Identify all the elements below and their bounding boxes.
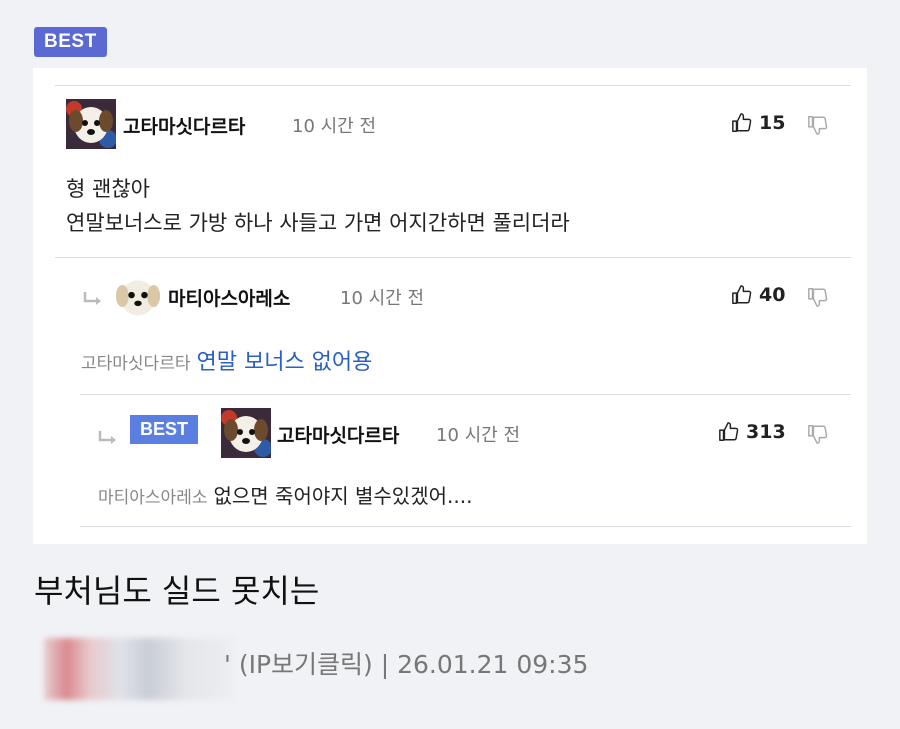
like-count: 40	[759, 284, 786, 306]
best-badge: BEST	[130, 415, 199, 444]
thumbs-up-icon	[732, 285, 752, 304]
thumbs-up-icon	[732, 113, 752, 132]
post-meta-text[interactable]: ' (IP보기클릭) | 26.01.21 09:35	[224, 645, 588, 681]
dog-avatar-icon	[66, 99, 116, 149]
comment-nickname[interactable]: 고타마싯다르타	[123, 112, 245, 139]
avatar[interactable]	[221, 408, 271, 458]
comment-body: 마티아스아레소 없으면 죽어야지 별수있겠어....	[98, 479, 472, 515]
comment-body: 형 괜찮아 연말보너스로 가방 하나 사들고 가면 어지간하면 풀리더라	[66, 172, 570, 240]
reply-arrow-icon	[83, 292, 101, 305]
dog-avatar-icon	[221, 408, 271, 458]
thumbs-down-icon[interactable]	[807, 114, 829, 136]
thumbs-down-icon[interactable]	[807, 286, 829, 308]
avatar[interactable]	[115, 273, 161, 319]
like-button[interactable]: 313	[718, 421, 786, 443]
mention[interactable]: 마티아스아레소	[98, 488, 207, 508]
comment-time: 10 시간 전	[436, 425, 521, 446]
comment-line: 연말보너스로 가방 하나 사들고 가면 어지간하면 풀리더라	[66, 211, 570, 235]
mention[interactable]: 고타마싯다르타	[81, 354, 190, 374]
comment-card: 고타마싯다르타 10 시간 전 15 형 괜찮아 연말보너스로 가방 하나 사들…	[33, 68, 867, 544]
thumbs-down-icon[interactable]	[807, 423, 829, 445]
comment-body: 고타마싯다르타 연말 보너스 없어용	[81, 345, 372, 381]
reply-arrow-icon	[98, 431, 116, 444]
reply-text: 연말 보너스 없어용	[196, 350, 373, 375]
reply-text: 없으면 죽어야지 별수있겠어....	[213, 484, 473, 508]
like-button[interactable]: 15	[731, 112, 785, 134]
divider	[80, 394, 851, 395]
comment-line: 형 괜찮아	[66, 177, 150, 201]
blurred-author-avatar	[44, 638, 234, 700]
like-button[interactable]: 40	[731, 284, 785, 306]
like-count: 15	[759, 112, 786, 134]
comment-time: 10 시간 전	[340, 288, 425, 309]
divider	[80, 526, 851, 527]
like-count: 313	[746, 421, 786, 443]
thumbs-up-icon	[719, 422, 739, 441]
avatar[interactable]	[66, 99, 116, 149]
divider	[55, 85, 851, 86]
dog-avatar-icon	[115, 273, 161, 319]
comment-time: 10 시간 전	[292, 116, 377, 137]
post-title: 부처님도 실드 못치는	[34, 572, 320, 610]
best-badge: BEST	[34, 27, 107, 57]
comment-nickname[interactable]: 고타마싯다르타	[277, 421, 399, 448]
divider	[55, 257, 851, 258]
post-meta: ' (IP보기클릭) | 26.01.21 09:35	[36, 628, 636, 700]
comment-nickname[interactable]: 마티아스아레소	[168, 284, 290, 311]
